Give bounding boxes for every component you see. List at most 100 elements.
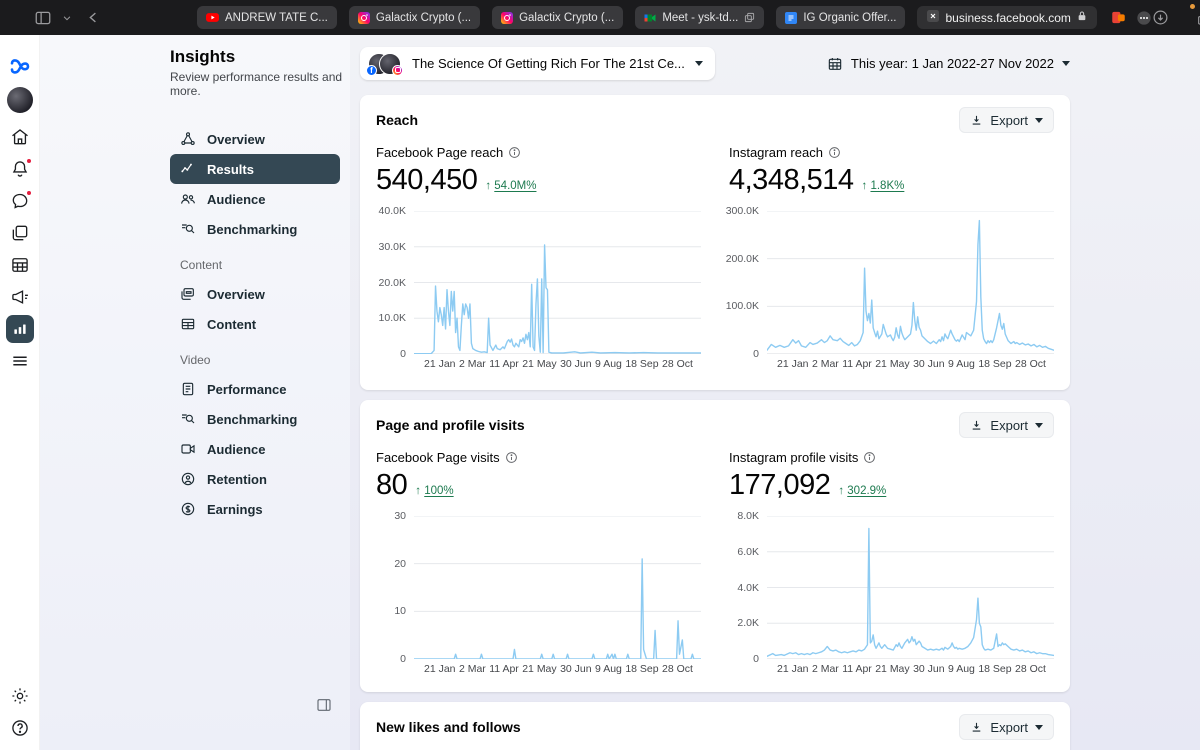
y-axis-labels: 3020100 — [376, 509, 414, 666]
trend-indicator: ↑ 1.8K% — [862, 180, 905, 192]
instagram-icon — [358, 12, 370, 24]
nav-item-benchmarking[interactable]: Benchmarking — [170, 214, 340, 244]
info-icon[interactable] — [863, 451, 876, 464]
info-icon[interactable] — [505, 451, 518, 464]
x-tick-label: 2 Mar — [459, 663, 486, 677]
browser-tab-instagram-1[interactable]: Galactix Crypto (... — [349, 6, 480, 29]
insights-icon[interactable] — [6, 315, 34, 343]
nav-item-label: Performance — [207, 382, 286, 397]
export-button[interactable]: Export — [959, 107, 1054, 133]
nav-item-earnings[interactable]: Earnings — [170, 494, 340, 524]
nav-item-label: Benchmarking — [207, 412, 297, 427]
tab-label: IG Organic Offer... — [803, 12, 896, 24]
x-tick-label: 21 Jan — [777, 358, 809, 372]
nav-section-video: Video — [180, 353, 340, 367]
youtube-icon — [206, 12, 219, 23]
metric-label: Instagram profile visits — [729, 450, 858, 465]
collapse-sidebar-icon[interactable] — [316, 697, 332, 718]
chevron-down-icon — [1062, 61, 1070, 66]
browser-address-bar[interactable]: business.facebook.com — [917, 6, 1096, 29]
instagram-icon — [501, 12, 513, 24]
page-title: Insights — [170, 47, 350, 67]
info-icon[interactable] — [508, 146, 521, 159]
planner-icon[interactable] — [6, 251, 34, 279]
export-label: Export — [990, 720, 1028, 735]
x-axis-labels: 21 Jan2 Mar11 Apr21 May30 Jun9 Aug18 Sep… — [414, 659, 701, 677]
browser-back-icon[interactable] — [86, 10, 101, 25]
x-axis-labels: 21 Jan2 Mar11 Apr21 May30 Jun9 Aug18 Sep… — [767, 354, 1054, 372]
downloads-icon[interactable] — [1152, 9, 1169, 26]
nav-item-content[interactable]: Content — [170, 309, 340, 339]
info-icon[interactable] — [828, 146, 841, 159]
earnings-icon — [180, 501, 196, 517]
nav-item-content-overview[interactable]: Overview — [170, 279, 340, 309]
nav-item-audience[interactable]: Audience — [170, 184, 340, 214]
overview-icon — [180, 131, 196, 147]
chevron-down-icon — [1035, 118, 1043, 123]
nav-item-results[interactable]: Results — [170, 154, 340, 184]
facebook-badge-icon: f — [366, 65, 377, 76]
help-icon[interactable] — [6, 714, 34, 742]
export-button[interactable]: Export — [959, 412, 1054, 438]
ads-icon[interactable] — [6, 283, 34, 311]
page-selector[interactable]: f The Science Of Getting Rich For The 21… — [360, 47, 715, 80]
date-range-label: This year: 1 Jan 2022-27 Nov 2022 — [851, 56, 1054, 71]
nav-item-performance[interactable]: Performance — [170, 374, 340, 404]
x-tick-label: 11 Apr — [842, 663, 872, 677]
notifications-icon[interactable] — [6, 155, 34, 183]
meta-logo-icon[interactable] — [6, 49, 34, 77]
calendar-icon — [827, 56, 843, 72]
y-tick-label: 4.0K — [737, 581, 759, 595]
likes-follows-card: New likes and follows Export — [360, 702, 1070, 750]
x-tick-label: 21 Jan — [424, 358, 456, 372]
x-tick-label: 28 Oct — [1015, 663, 1046, 677]
date-range-selector[interactable]: This year: 1 Jan 2022-27 Nov 2022 — [827, 56, 1070, 72]
browser-tab-youtube[interactable]: ANDREW TATE C... — [197, 6, 337, 29]
status-dot — [1190, 4, 1195, 9]
messages-icon[interactable] — [6, 187, 34, 215]
nav-item-retention[interactable]: Retention — [170, 464, 340, 494]
browser-sidebar-toggle-icon[interactable] — [34, 9, 52, 27]
facebook-visits-chart[interactable] — [414, 516, 701, 659]
trend-indicator: ↑ 100% — [415, 485, 453, 497]
x-tick-label: 2 Mar — [459, 358, 486, 372]
instagram-visits-chart[interactable] — [767, 516, 1054, 659]
metric-label: Facebook Page visits — [376, 450, 500, 465]
posts-icon[interactable] — [6, 219, 34, 247]
lock-icon — [1077, 10, 1087, 25]
retention-icon — [180, 471, 196, 487]
nav-item-label: Overview — [207, 132, 265, 147]
y-tick-label: 20 — [394, 557, 406, 571]
browser-tab-meet[interactable]: Meet - ysk-td... — [635, 6, 764, 29]
instagram-reach-chart[interactable] — [767, 211, 1054, 354]
nav-section-content: Content — [180, 258, 340, 272]
home-icon[interactable] — [6, 123, 34, 151]
y-tick-label: 200.0K — [726, 252, 759, 266]
nav-item-video-benchmarking[interactable]: Benchmarking — [170, 404, 340, 434]
x-tick-label: 2 Mar — [812, 663, 839, 677]
nav-item-video-audience[interactable]: Audience — [170, 434, 340, 464]
x-tick-label: 11 Apr — [489, 358, 519, 372]
notification-badge — [26, 158, 32, 164]
x-tick-label: 28 Oct — [1015, 358, 1046, 372]
facebook-reach-chart[interactable] — [414, 211, 701, 354]
x-tick-label: 18 Sep — [978, 358, 1011, 372]
all-tools-icon[interactable] — [6, 347, 34, 375]
browser-chevron-down-icon[interactable] — [62, 13, 72, 23]
share-icon[interactable] — [1196, 10, 1200, 26]
avatar[interactable] — [7, 87, 33, 113]
x-axis-labels: 21 Jan2 Mar11 Apr21 May30 Jun9 Aug18 Sep… — [414, 354, 701, 372]
page-avatars: f — [368, 52, 402, 76]
y-tick-label: 100.0K — [726, 299, 759, 313]
extension-icon[interactable] — [1111, 10, 1126, 25]
y-tick-label: 0 — [400, 652, 406, 666]
nav-item-overview[interactable]: Overview — [170, 124, 340, 154]
x-tick-label: 9 Aug — [595, 663, 622, 677]
results-icon — [180, 161, 196, 177]
settings-icon[interactable] — [6, 682, 34, 710]
more-options-icon[interactable] — [1136, 10, 1152, 26]
browser-tab-instagram-2[interactable]: Galactix Crypto (... — [492, 6, 623, 29]
browser-tab-docs[interactable]: IG Organic Offer... — [776, 6, 905, 29]
instagram-page-avatar — [379, 53, 401, 75]
export-button[interactable]: Export — [959, 714, 1054, 740]
